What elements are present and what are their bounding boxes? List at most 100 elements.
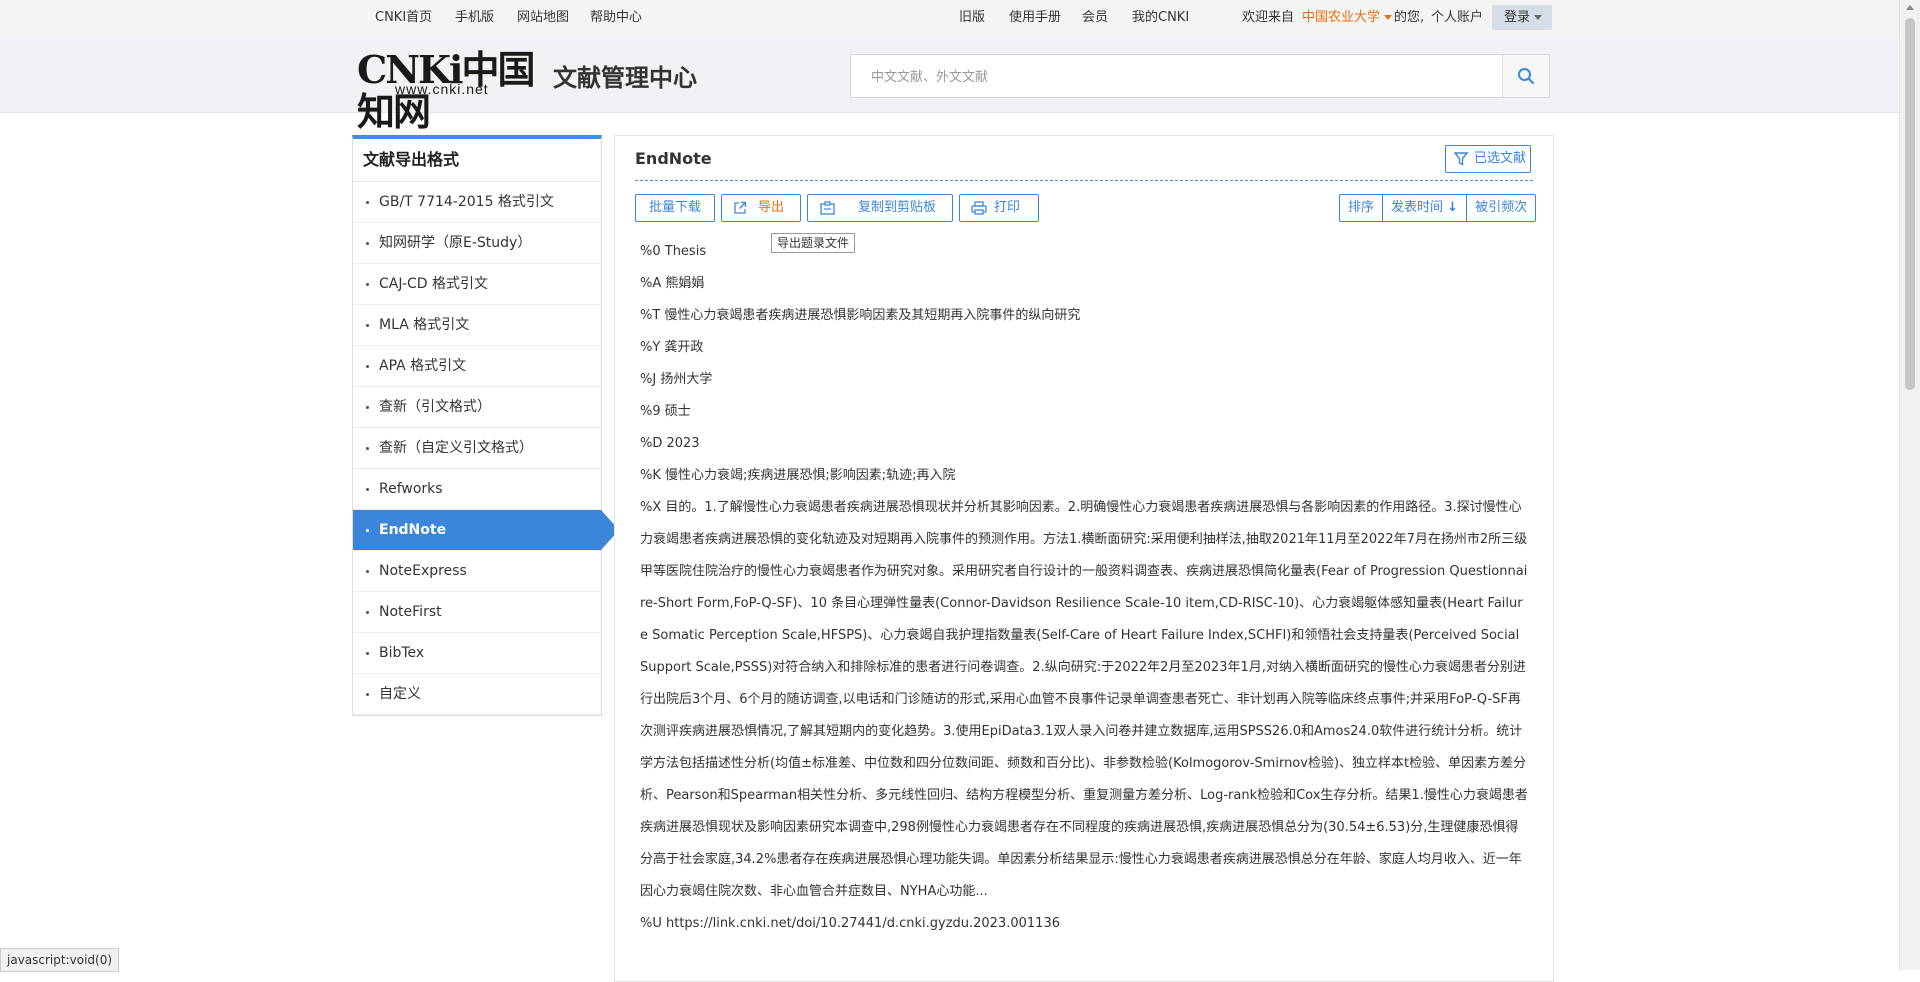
sidebar-item-label: Refworks [379, 481, 443, 497]
divider [635, 180, 1533, 181]
sidebar-item-cajcd[interactable]: CAJ-CD 格式引文 [353, 264, 601, 305]
chevron-down-icon [1534, 15, 1543, 20]
sidebar-item-refworks[interactable]: Refworks [353, 469, 601, 510]
record-line: %0 Thesis [640, 244, 707, 259]
record-line: %J 扬州大学 [640, 372, 713, 387]
logo-url: www.cnki.net [395, 81, 489, 97]
clipboard-icon [820, 201, 835, 215]
export-format-sidebar: 文献导出格式 GB/T 7714-2015 格式引文 知网研学（原E-Study… [352, 135, 619, 716]
record-line: %D 2023 [640, 436, 700, 451]
arrow-down-icon: ↓ [1447, 200, 1459, 215]
login-label: 登录 [1504, 10, 1531, 25]
sidebar-item-noteexpress[interactable]: NoteExpress [353, 551, 601, 592]
school-name: 中国农业大学 [1302, 10, 1381, 25]
bullet-icon [366, 283, 369, 286]
format-title: EndNote [635, 149, 712, 168]
link-personal-account[interactable]: 个人账户 [1431, 0, 1483, 36]
link-my-cnki[interactable]: 我的CNKI [1132, 0, 1189, 36]
chevron-down-icon [1384, 15, 1393, 20]
batch-download-button[interactable]: 批量下载 [635, 194, 715, 222]
sidebar-item-label: MLA 格式引文 [379, 317, 470, 333]
sidebar-item-label: CAJ-CD 格式引文 [379, 276, 489, 292]
sidebar-item-apa[interactable]: APA 格式引文 [353, 346, 601, 387]
sidebar-item-label: 知网研学（原E-Study） [379, 235, 532, 251]
sidebar-item-notefirst[interactable]: NoteFirst [353, 592, 601, 633]
record-line: %9 硕士 [640, 404, 691, 419]
cnki-logo[interactable]: CNKi中国知网 www.cnki.net [355, 49, 535, 133]
bullet-icon [366, 529, 369, 532]
bullet-icon [366, 447, 369, 450]
export-label: 导出 [758, 200, 785, 215]
copy-to-clipboard-button[interactable]: 复制到剪贴板 [807, 194, 953, 222]
record-line: %T 慢性心力衰竭患者疾病进展恐惧影响因素及其短期再入院事件的纵向研究 [640, 308, 1081, 323]
sidebar-item-endnote[interactable]: EndNote [353, 510, 619, 551]
search-button[interactable] [1502, 55, 1549, 97]
sidebar-item-label: BibTex [379, 645, 425, 661]
login-button[interactable]: 登录 [1492, 5, 1552, 30]
bullet-icon [366, 242, 369, 245]
bullet-icon [366, 365, 369, 368]
record-line: %A 熊娟娟 [640, 276, 705, 291]
search-icon [1518, 68, 1534, 84]
record-line: %K 慢性心力衰竭;疾病进展恐惧;影响因素;轨迹;再入院 [640, 468, 956, 483]
sidebar-item-chaxin[interactable]: 查新（引文格式） [353, 387, 601, 428]
sidebar-item-label: EndNote [379, 522, 447, 538]
sidebar-item-label: APA 格式引文 [379, 358, 467, 374]
link-help-center[interactable]: 帮助中心 [590, 0, 642, 36]
link-sitemap[interactable]: 网站地图 [517, 0, 569, 36]
sidebar-item-label: 自定义 [379, 686, 421, 702]
sort-control: 排序 发表时间 ↓ 被引频次 [1339, 194, 1537, 222]
sidebar-item-custom[interactable]: 自定义 [353, 674, 601, 715]
export-content-panel: EndNote 已选文献 批量下载 导出 复制到剪贴板 打印 导出题录文件 排序… [614, 135, 1554, 982]
print-button[interactable]: 打印 [959, 194, 1039, 222]
selected-documents-button[interactable]: 已选文献 [1445, 145, 1531, 173]
bullet-icon [366, 201, 369, 204]
bullet-icon [366, 652, 369, 655]
sidebar-item-chaxin-custom[interactable]: 查新（自定义引文格式） [353, 428, 601, 469]
link-cnki-home[interactable]: CNKI首页 [375, 0, 432, 36]
print-label: 打印 [994, 200, 1021, 215]
scrollbar-thumb[interactable] [1905, 18, 1915, 390]
sort-by-date-label: 发表时间 [1391, 200, 1444, 215]
school-dropdown[interactable]: 中国农业大学 [1302, 0, 1393, 36]
sidebar-item-mla[interactable]: MLA 格式引文 [353, 305, 601, 346]
sort-by-date-button[interactable]: 发表时间 ↓ [1383, 195, 1468, 221]
page-scrollbar[interactable] [1899, 0, 1920, 970]
search-box [850, 54, 1550, 99]
batch-download-label: 批量下载 [648, 200, 701, 215]
sidebar-item-label: 查新（自定义引文格式） [379, 440, 533, 456]
page-title: 文献管理中心 [553, 64, 697, 92]
sort-label: 排序 [1340, 195, 1384, 221]
site-header: CNKi中国知网 www.cnki.net 文献管理中心 [0, 36, 1900, 133]
sidebar-item-estudy[interactable]: 知网研学（原E-Study） [353, 223, 601, 264]
link-member[interactable]: 会员 [1082, 0, 1108, 36]
endnote-record: %0 Thesis %A 熊娟娟 %T 慢性心力衰竭患者疾病进展恐惧影响因素及其… [640, 236, 1528, 940]
sidebar-item-label: 查新（引文格式） [379, 399, 491, 415]
selected-documents-label: 已选文献 [1474, 151, 1527, 166]
bullet-icon [366, 488, 369, 491]
scroll-up-icon[interactable] [1906, 5, 1914, 10]
sort-by-cited-button[interactable]: 被引频次 [1467, 195, 1535, 221]
sidebar-title: 文献导出格式 [353, 139, 601, 182]
sidebar-item-label: GB/T 7714-2015 格式引文 [379, 194, 554, 210]
link-old-version[interactable]: 旧版 [959, 0, 985, 36]
sidebar-item-label: NoteExpress [379, 563, 467, 579]
link-manual[interactable]: 使用手册 [1009, 0, 1061, 36]
bullet-icon [366, 324, 369, 327]
bullet-icon [366, 611, 369, 614]
record-line: %Y 龚开政 [640, 340, 704, 355]
top-navigation-bar: CNKI首页 手机版 网站地图 帮助中心 旧版 使用手册 会员 我的CNKI 欢… [0, 0, 1920, 36]
external-link-icon [734, 201, 747, 214]
welcome-text: 欢迎来自 [1242, 10, 1295, 25]
bullet-icon [366, 406, 369, 409]
printer-icon [971, 201, 987, 215]
sidebar-item-bibtex[interactable]: BibTex [353, 633, 601, 674]
record-url: %U https://link.cnki.net/doi/10.27441/d.… [640, 916, 1060, 931]
link-mobile[interactable]: 手机版 [455, 0, 494, 36]
export-button[interactable]: 导出 [721, 194, 801, 222]
search-input[interactable] [851, 55, 1513, 99]
bullet-icon [366, 570, 369, 573]
sidebar-item-gbt7714[interactable]: GB/T 7714-2015 格式引文 [353, 182, 601, 223]
sidebar-item-label: NoteFirst [379, 604, 442, 620]
greeting-text: 的您, [1394, 10, 1425, 25]
